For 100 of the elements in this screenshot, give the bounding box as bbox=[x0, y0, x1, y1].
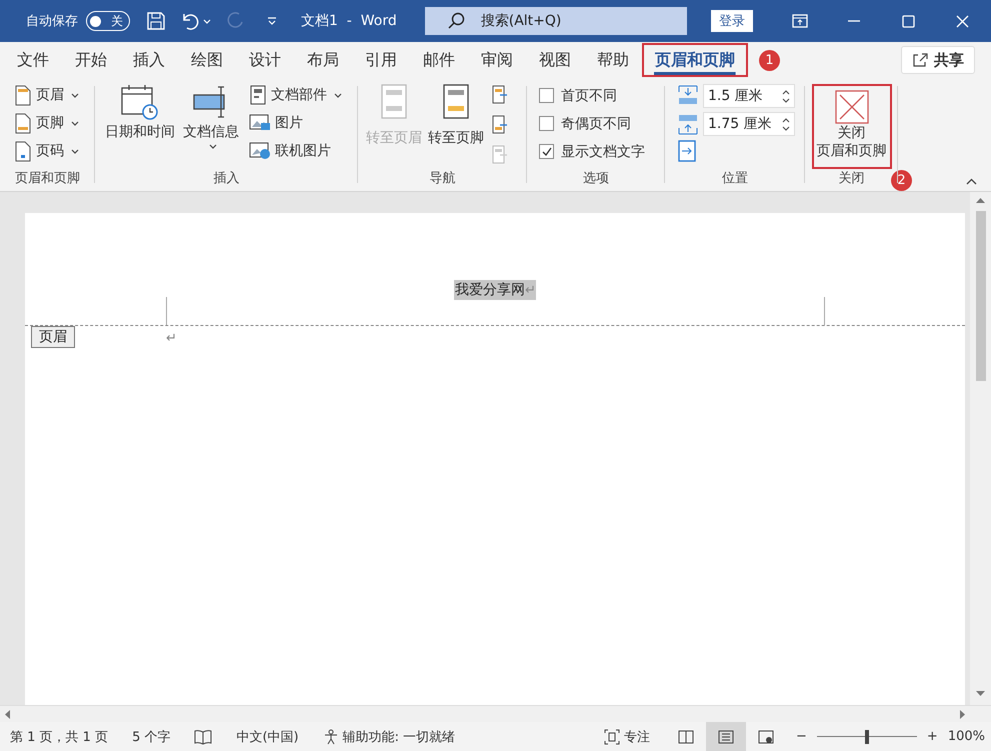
footer-distance-icon bbox=[677, 113, 699, 135]
ribbon-tab[interactable]: 视图 bbox=[526, 43, 584, 77]
calendar-clock-icon bbox=[120, 84, 160, 120]
caret-icon bbox=[71, 92, 79, 98]
login-button[interactable]: 登录 bbox=[710, 10, 753, 32]
ribbon-tab[interactable]: 插入 bbox=[120, 43, 178, 77]
ribbon-button[interactable]: 日期和时间 bbox=[103, 82, 177, 169]
scroll-down-icon[interactable] bbox=[976, 691, 985, 697]
checkbox-option[interactable]: 首页不同 bbox=[527, 82, 645, 109]
ribbon-button[interactable]: 文档信息 bbox=[181, 82, 241, 169]
save-icon[interactable] bbox=[146, 11, 166, 31]
share-icon bbox=[912, 52, 928, 68]
paragraph-mark: ↵ bbox=[166, 331, 177, 346]
book-icon bbox=[678, 728, 694, 744]
close-icon bbox=[834, 90, 868, 124]
ribbon-tab[interactable]: 引用 bbox=[352, 43, 410, 77]
down-icon bbox=[782, 126, 790, 130]
ribbon-display-icon bbox=[792, 14, 808, 28]
search-field[interactable]: 搜索(Alt+Q) bbox=[424, 7, 687, 35]
zoom-in-button[interactable]: + bbox=[926, 729, 938, 744]
caret-icon bbox=[203, 18, 211, 24]
scroll-thumb[interactable] bbox=[976, 211, 986, 381]
horizontal-scrollbar[interactable] bbox=[0, 705, 991, 722]
ribbon-tab[interactable]: 开始 bbox=[62, 43, 120, 77]
ribbon-tab[interactable]: 绘图 bbox=[178, 43, 236, 77]
customize-caret-icon[interactable] bbox=[267, 17, 277, 25]
close-header-footer-button[interactable]: 关闭 页眉和页脚 bbox=[812, 84, 892, 169]
ribbon-tab[interactable]: 审阅 bbox=[468, 43, 526, 77]
header-distance-icon bbox=[677, 85, 699, 107]
spin-field[interactable]: 1.75 厘米 bbox=[703, 112, 795, 136]
search-icon bbox=[446, 12, 465, 30]
ribbon-tab[interactable]: 文件 bbox=[4, 43, 62, 77]
ribbon-tab[interactable]: 邮件 bbox=[410, 43, 468, 77]
share-button[interactable]: 共享 bbox=[901, 46, 975, 74]
checkbox-option[interactable]: 奇偶页不同 bbox=[527, 110, 645, 137]
ribbon-button[interactable]: 页眉 bbox=[10, 82, 83, 108]
autosave-label: 自动保存 bbox=[26, 13, 78, 30]
web-page-icon bbox=[758, 728, 774, 744]
zoom-out-button[interactable]: − bbox=[796, 729, 807, 744]
page-arrow-icon bbox=[492, 115, 508, 135]
group-label: 页眉和页脚 bbox=[15, 171, 80, 186]
word-count[interactable]: 5 个字 bbox=[132, 728, 170, 746]
page-arrow-icon bbox=[492, 145, 508, 165]
ribbon-button[interactable]: 页脚 bbox=[10, 110, 83, 136]
caret-icon bbox=[71, 120, 79, 126]
ribbon-button[interactable]: 文档部件 bbox=[245, 82, 346, 108]
ribbon-button[interactable]: 页码 bbox=[10, 138, 83, 164]
ribbon-tab[interactable]: 布局 bbox=[294, 43, 352, 77]
scroll-right-icon[interactable] bbox=[960, 710, 966, 718]
group-label: 导航 bbox=[430, 171, 456, 186]
view-button[interactable] bbox=[706, 722, 746, 751]
picture-icon bbox=[249, 114, 271, 132]
header-text[interactable]: 我爱分享网↵ bbox=[454, 280, 536, 300]
group-label: 选项 bbox=[583, 171, 609, 186]
collapse-ribbon-icon[interactable] bbox=[966, 178, 977, 185]
vertical-scrollbar[interactable] bbox=[970, 192, 991, 705]
ribbon-tab[interactable]: 页眉和页脚 bbox=[642, 43, 748, 77]
book-check-icon[interactable] bbox=[194, 728, 212, 744]
scroll-left-icon[interactable] bbox=[4, 710, 10, 718]
check-icon bbox=[542, 147, 552, 156]
focus-icon bbox=[604, 728, 620, 744]
close-icon bbox=[956, 14, 968, 28]
focus-button[interactable]: 专注 bbox=[604, 728, 650, 746]
header-tag: 页眉 bbox=[31, 326, 75, 348]
accessibility-status[interactable]: 辅助功能: 一切就绪 bbox=[322, 728, 456, 746]
accessibility-icon bbox=[322, 728, 339, 744]
caret-icon bbox=[334, 92, 342, 98]
checkbox[interactable] bbox=[539, 116, 554, 131]
zoom-slider-thumb[interactable] bbox=[864, 730, 869, 744]
ribbon-button[interactable]: 图片 bbox=[245, 110, 346, 136]
group-label: 插入 bbox=[214, 171, 240, 186]
alignment-tab-icon bbox=[677, 140, 697, 162]
ribbon-button[interactable]: 转至页脚 bbox=[426, 82, 486, 169]
caret-icon bbox=[208, 144, 216, 149]
language-status[interactable]: 中文(中国) bbox=[236, 728, 299, 746]
scroll-up-icon[interactable] bbox=[976, 197, 985, 203]
group-label: 位置 bbox=[722, 171, 748, 186]
checkbox-option[interactable]: 显示文档文字 bbox=[527, 138, 645, 165]
checkbox[interactable] bbox=[539, 88, 554, 103]
page-icon bbox=[718, 728, 734, 744]
page-count[interactable]: 第 1 页，共 1 页 bbox=[10, 728, 108, 746]
page-arrow-icon bbox=[492, 85, 508, 105]
online-picture-icon bbox=[249, 142, 271, 160]
zoom-percent[interactable]: 100% bbox=[948, 729, 985, 744]
spin-field[interactable]: 1.5 厘米 bbox=[703, 84, 795, 108]
window-title: 文档1 - Word bbox=[301, 12, 397, 30]
minimize-icon bbox=[848, 20, 860, 22]
autosave-toggle[interactable]: 关 bbox=[86, 11, 130, 31]
ribbon-tab[interactable]: 帮助 bbox=[584, 43, 642, 77]
page-section-icon bbox=[442, 84, 470, 120]
group-label: 关闭 bbox=[838, 171, 864, 186]
up-icon bbox=[782, 90, 790, 94]
ribbon-tab[interactable]: 设计 bbox=[236, 43, 294, 77]
step-number-badge: 1 bbox=[759, 50, 780, 71]
page-footer-icon bbox=[14, 112, 32, 134]
ribbon-button[interactable]: 联机图片 bbox=[245, 138, 346, 164]
caret-icon bbox=[71, 148, 79, 154]
down-icon bbox=[782, 98, 790, 102]
checkbox[interactable] bbox=[539, 144, 554, 159]
page-number-icon bbox=[14, 140, 32, 162]
